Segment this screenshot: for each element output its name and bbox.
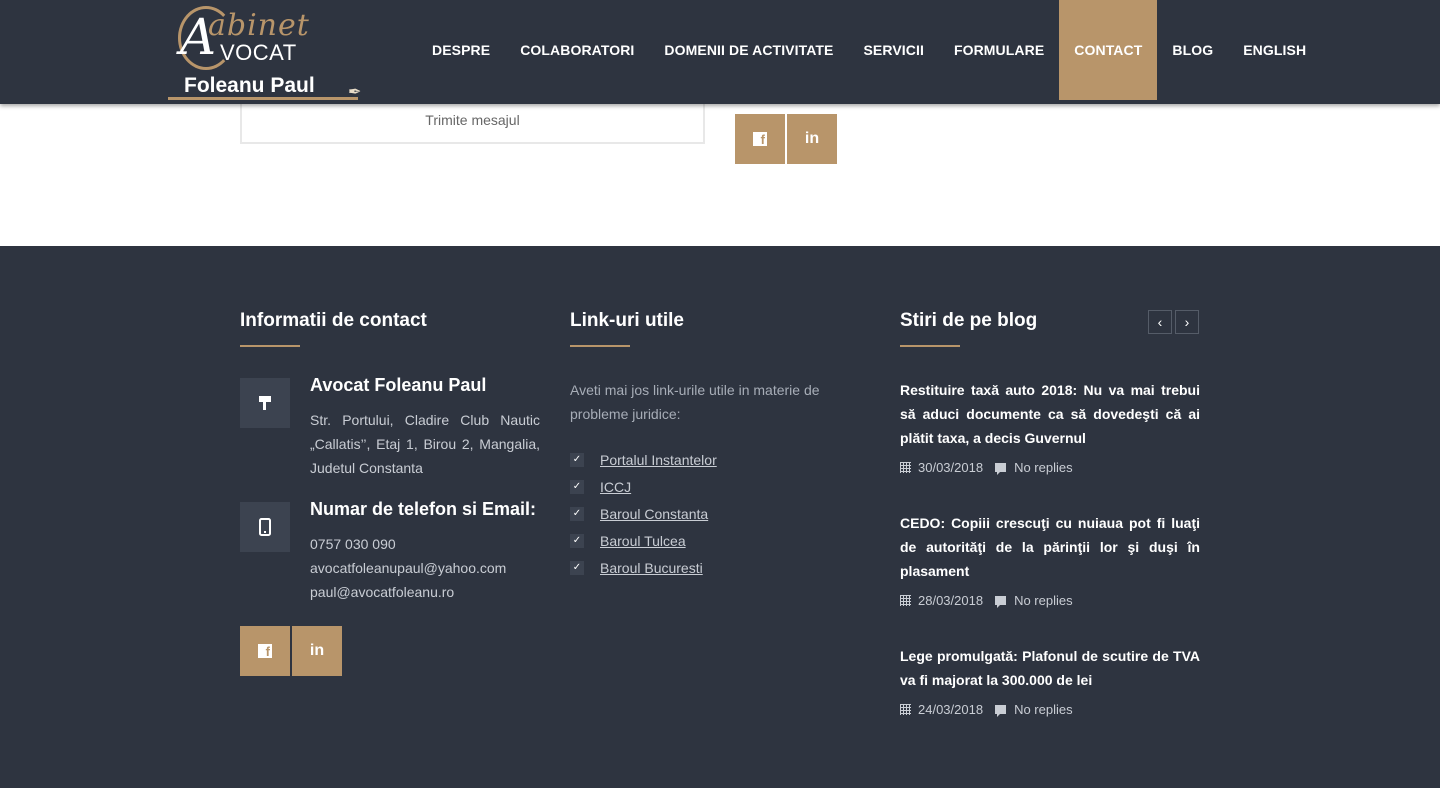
nav-item-contact[interactable]: CONTACT — [1059, 0, 1158, 100]
links-title: Link-uri utile — [570, 310, 684, 331]
facebook-button[interactable]: f — [735, 114, 785, 164]
phone-number[interactable]: 0757 030 090 — [310, 532, 540, 556]
logo-underline — [168, 97, 358, 100]
nav-item-servicii[interactable]: SERVICII — [848, 0, 938, 100]
email-domain[interactable]: paul@avocatfoleanu.ro — [310, 580, 540, 604]
list-item: ✓ Baroul Tulcea — [570, 527, 717, 554]
quill-icon: ✒ — [348, 84, 362, 101]
blog-post-title[interactable]: Restituire taxă auto 2018: Nu va mai tre… — [900, 378, 1200, 450]
blog-post-meta: 24/03/2018 No replies — [900, 702, 1200, 717]
list-item: ✓ Baroul Constanta — [570, 500, 717, 527]
main-nav: DESPRE COLABORATORI DOMENII DE ACTIVITAT… — [417, 0, 1321, 100]
check-icon: ✓ — [570, 479, 584, 494]
facebook-icon: f — [753, 132, 767, 147]
check-icon: ✓ — [570, 533, 584, 548]
logo-script-text: abinet — [208, 8, 310, 43]
contact-title: Informatii de contact — [240, 310, 427, 331]
blog-title-bar — [900, 345, 960, 347]
footer-social-links: f in — [240, 626, 342, 676]
links-title-bar — [570, 345, 630, 347]
link-baroul-constanta[interactable]: Baroul Constanta — [600, 506, 708, 522]
footer-facebook-button[interactable]: f — [240, 626, 290, 676]
check-icon: ✓ — [570, 506, 584, 521]
map-pin-icon — [240, 378, 290, 428]
blog-post-title[interactable]: Lege promulgată: Plafonul de scutire de … — [900, 644, 1200, 692]
comment-icon — [995, 705, 1007, 717]
list-item: ✓ Baroul Bucuresti — [570, 554, 717, 581]
nav-item-english[interactable]: ENGLISH — [1228, 0, 1321, 100]
links-intro: Aveti mai jos link-urile utile in materi… — [570, 382, 820, 422]
calendar-icon — [900, 462, 911, 473]
blog-post-meta: 30/03/2018 No replies — [900, 460, 1200, 475]
blog-post: Restituire taxă auto 2018: Nu va mai tre… — [900, 378, 1200, 475]
blog-post-replies[interactable]: No replies — [1014, 702, 1073, 717]
link-portalul-instantelor[interactable]: Portalul Instantelor — [600, 452, 717, 468]
facebook-icon: f — [258, 644, 272, 659]
blog-post-date: 30/03/2018 — [918, 460, 984, 475]
blog-title: Stiri de pe blog — [900, 310, 1038, 331]
nav-item-blog[interactable]: BLOG — [1157, 0, 1228, 100]
comment-icon — [995, 596, 1007, 608]
blog-post-replies[interactable]: No replies — [1014, 460, 1073, 475]
nav-item-domenii[interactable]: DOMENII DE ACTIVITATE — [649, 0, 848, 100]
office-title: Avocat Foleanu Paul — [310, 375, 487, 395]
linkedin-icon: in — [309, 642, 325, 659]
logo-avocat-text: VOCAT — [220, 40, 297, 65]
phone-icon — [240, 502, 290, 552]
office-address: Str. Portului, Cladire Club Nautic „Call… — [310, 412, 540, 476]
nav-item-despre[interactable]: DESPRE — [417, 0, 505, 100]
blog-post-date: 28/03/2018 — [918, 593, 984, 608]
calendar-icon — [900, 704, 911, 715]
blog-carousel-controls: ‹ › — [1148, 310, 1199, 334]
nav-item-colaboratori[interactable]: COLABORATORI — [505, 0, 649, 100]
contact-social-links: f in — [735, 114, 837, 164]
site-footer: Informatii de contact Avocat Foleanu Pau… — [0, 246, 1440, 788]
contact-title-bar — [240, 345, 300, 347]
link-iccj[interactable]: ICCJ — [600, 479, 631, 495]
blog-post: Lege promulgată: Plafonul de scutire de … — [900, 644, 1200, 717]
check-icon: ✓ — [570, 560, 584, 575]
blog-post-replies[interactable]: No replies — [1014, 593, 1073, 608]
chevron-left-icon[interactable]: ‹ — [1148, 310, 1172, 334]
list-item: ✓ Portalul Instantelor — [570, 446, 717, 473]
blog-post: CEDO: Copiii crescuţi cu nuiaua pot fi l… — [900, 511, 1200, 608]
check-icon: ✓ — [570, 452, 584, 467]
blog-post-title[interactable]: CEDO: Copiii crescuţi cu nuiaua pot fi l… — [900, 511, 1200, 583]
link-baroul-bucuresti[interactable]: Baroul Bucuresti — [600, 560, 703, 576]
footer-linkedin-button[interactable]: in — [292, 626, 342, 676]
site-header: A abinet VOCAT Foleanu Paul ✒ DESPRE COL… — [0, 0, 1440, 104]
linkedin-icon: in — [804, 130, 820, 147]
email-yahoo[interactable]: avocatfoleanupaul@yahoo.com — [310, 556, 540, 580]
linkedin-button[interactable]: in — [787, 114, 837, 164]
site-logo[interactable]: A abinet VOCAT Foleanu Paul ✒ — [168, 2, 378, 102]
comment-icon — [995, 463, 1007, 475]
useful-links-list: ✓ Portalul Instantelor ✓ ICCJ ✓ Baroul Cons… — [570, 446, 717, 581]
send-message-button[interactable]: Trimite mesajul — [240, 98, 705, 144]
chevron-right-icon[interactable]: › — [1175, 310, 1199, 334]
nav-item-formulare[interactable]: FORMULARE — [939, 0, 1059, 100]
calendar-icon — [900, 595, 911, 606]
logo-name: Foleanu Paul — [184, 74, 315, 97]
list-item: ✓ ICCJ — [570, 473, 717, 500]
blog-post-date: 24/03/2018 — [918, 702, 984, 717]
link-baroul-tulcea[interactable]: Baroul Tulcea — [600, 533, 686, 549]
blog-post-meta: 28/03/2018 No replies — [900, 593, 1200, 608]
phone-email-title: Numar de telefon si Email: — [310, 499, 537, 519]
